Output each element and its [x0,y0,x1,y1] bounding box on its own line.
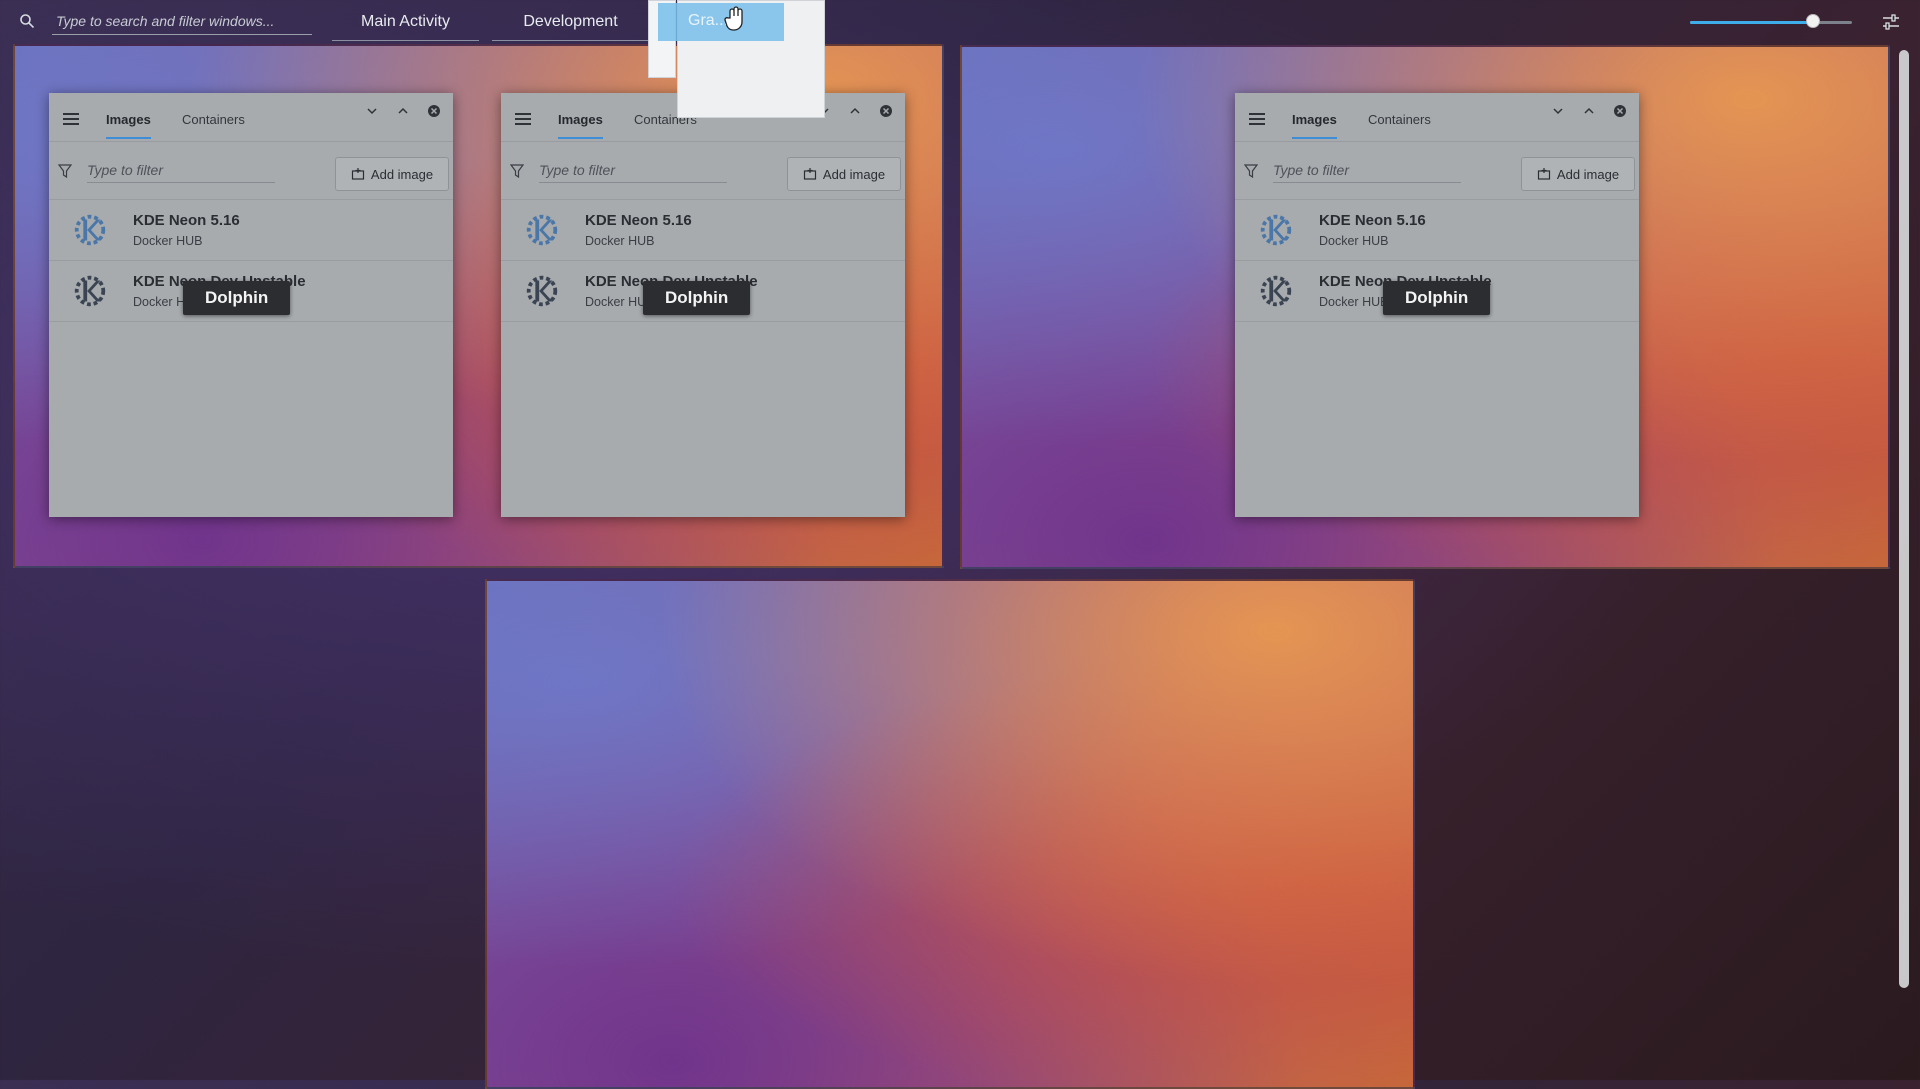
hamburger-menu-icon[interactable] [63,113,79,125]
item-subtitle: Docker HUB [133,234,203,248]
window-header: Images Containers [49,93,453,142]
kde-logo-icon [526,214,558,246]
activity-tab-main[interactable]: Main Activity [332,4,479,41]
add-image-icon [1537,168,1551,180]
add-image-label: Add image [1556,166,1620,182]
close-icon[interactable] [1613,104,1627,118]
window-header: Images Containers [1235,93,1639,142]
add-image-label: Add image [370,166,434,182]
tab-images[interactable]: Images [558,111,603,139]
virtual-desktop-3[interactable] [485,579,1415,1089]
search-icon [20,14,34,28]
add-image-button[interactable]: Add image [787,157,901,191]
kde-logo-icon [74,275,106,307]
window-search-input[interactable] [52,8,312,35]
item-subtitle: Docker HUB [585,234,655,248]
slider-handle[interactable] [1806,14,1821,28]
minimize-icon[interactable] [365,104,379,118]
tab-images[interactable]: Images [1292,111,1337,139]
item-title: KDE Neon 5.16 [133,212,240,229]
tab-containers[interactable]: Containers [182,111,245,137]
icon-size-slider[interactable] [1690,14,1852,28]
overview-top-bar: Main Activity Development [0,0,1920,44]
add-image-icon [803,168,817,180]
minimize-icon[interactable] [1551,104,1565,118]
add-image-label: Add image [822,166,886,182]
filter-input[interactable] [87,158,275,183]
window-app-label: Dolphin [643,281,751,315]
kde-logo-icon [74,214,106,246]
list-item[interactable]: KDE Neon 5.16 Docker HUB [501,199,905,261]
filter-icon [58,164,72,178]
kde-logo-icon [1260,275,1292,307]
maximize-icon[interactable] [396,104,410,118]
filter-input[interactable] [539,158,727,183]
filter-bar: Add image [1235,141,1639,200]
filter-icon [510,164,524,178]
list-item[interactable]: KDE Neon 5.16 Docker HUB [1235,199,1639,261]
item-title: KDE Neon 5.16 [1319,212,1426,229]
add-image-button[interactable]: Add image [1521,157,1635,191]
add-image-icon [351,168,365,180]
settings-sliders-icon[interactable] [1882,13,1900,31]
window-app-label: Dolphin [1383,281,1491,315]
tab-containers[interactable]: Containers [1368,111,1431,137]
overview-scrollbar[interactable] [1899,50,1909,988]
tab-images[interactable]: Images [106,111,151,139]
drag-preview-label: Gra... [688,12,729,29]
add-image-button[interactable]: Add image [335,157,449,191]
window-app-label: Dolphin [183,281,291,315]
item-subtitle: Docker HUB [1319,234,1389,248]
hamburger-menu-icon[interactable] [515,113,531,125]
grab-hand-cursor-icon [724,6,743,31]
activity-tab-development[interactable]: Development [492,4,649,41]
filter-icon [1244,164,1258,178]
maximize-icon[interactable] [848,104,862,118]
close-icon[interactable] [879,104,893,118]
filter-bar: Add image [501,141,905,200]
item-subtitle: Docker HUB [1319,295,1389,309]
filter-input[interactable] [1273,158,1461,183]
hamburger-menu-icon[interactable] [1249,113,1265,125]
kde-logo-icon [526,275,558,307]
slider-fill [1690,21,1814,24]
maximize-icon[interactable] [1582,104,1596,118]
kde-logo-icon [1260,214,1292,246]
close-icon[interactable] [427,104,441,118]
list-item[interactable]: KDE Neon 5.16 Docker HUB [49,199,453,261]
item-title: KDE Neon 5.16 [585,212,692,229]
filter-bar: Add image [49,141,453,200]
